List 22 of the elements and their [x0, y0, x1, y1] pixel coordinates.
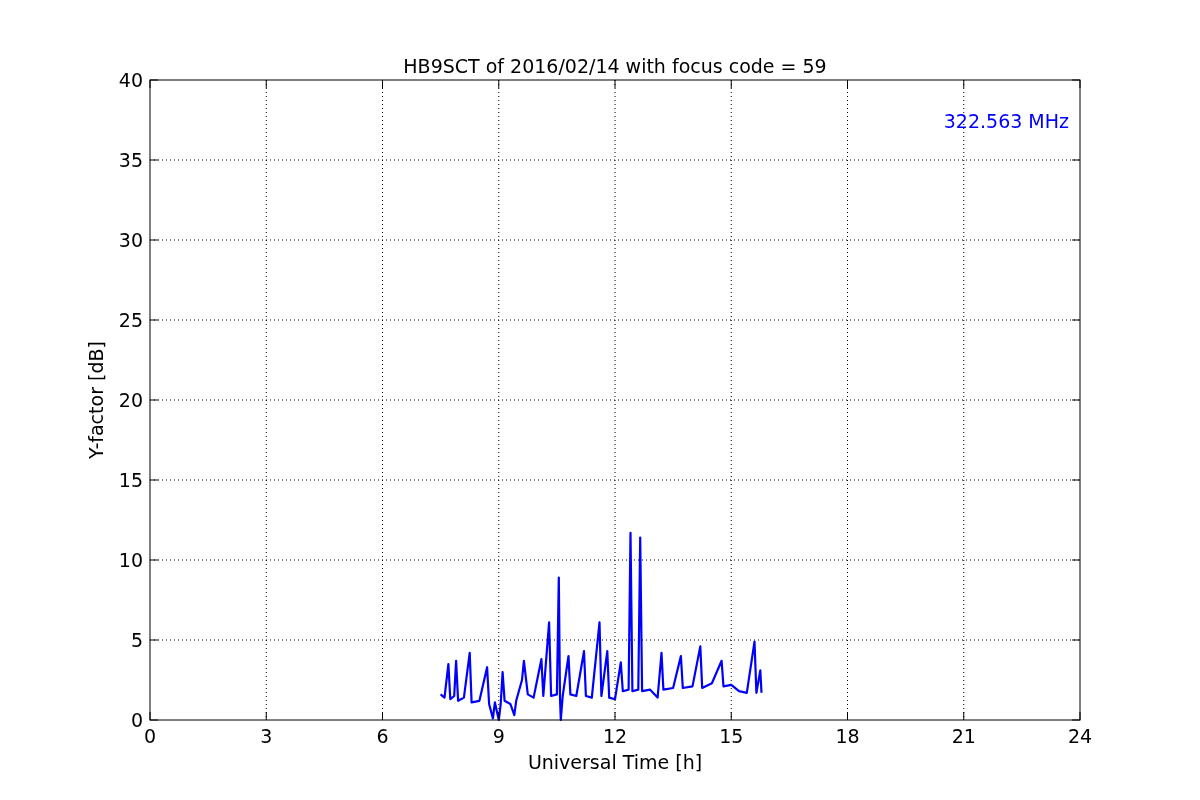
y-tick-label: 30	[118, 229, 143, 251]
x-tick-label: 9	[492, 725, 505, 747]
y-tick-label: 35	[118, 149, 143, 171]
x-tick-label: 24	[1067, 725, 1093, 747]
x-tick-label: 12	[602, 725, 628, 747]
y-tick-label: 5	[130, 629, 143, 651]
x-tick-label: 15	[719, 725, 744, 747]
legend-label: 322.563 MHz	[943, 110, 1069, 132]
y-tick-label: 15	[118, 469, 143, 491]
x-tick-label: 18	[835, 725, 860, 747]
x-tick-label: 21	[951, 725, 976, 747]
y-axis-label: Y-factor [dB]	[85, 341, 107, 459]
x-tick-label: 0	[143, 725, 157, 747]
x-tick-label: 3	[260, 725, 273, 747]
y-tick-label: 20	[118, 389, 143, 411]
y-tick-label: 0	[130, 709, 143, 731]
x-axis-label: Universal Time [h]	[527, 751, 703, 773]
y-tick-label: 40	[118, 69, 143, 91]
chart-title: HB9SCT of 2016/02/14 with focus code = 59	[403, 55, 827, 77]
y-tick-label: 25	[118, 309, 143, 331]
x-tick-label: 6	[376, 725, 389, 747]
y-tick-label: 10	[118, 549, 143, 571]
